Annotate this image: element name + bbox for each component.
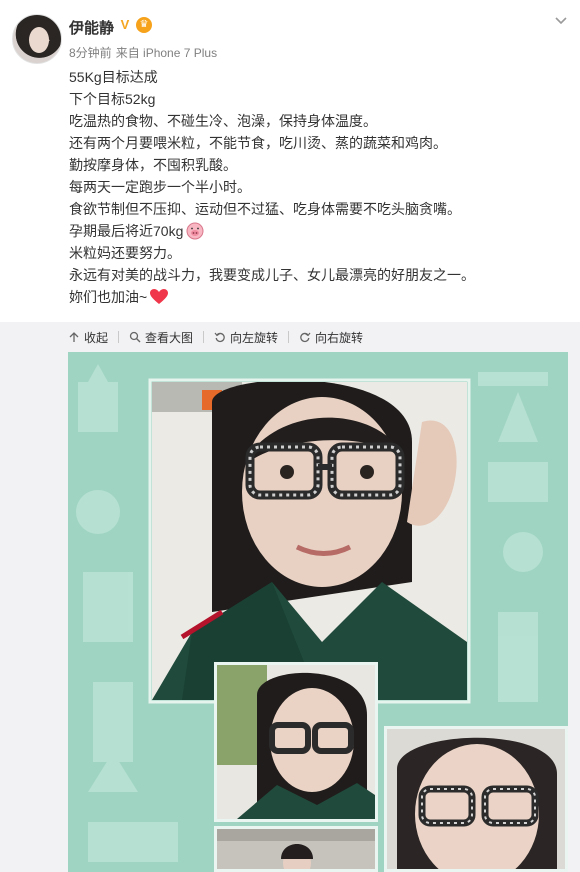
heart-emoji-icon	[150, 289, 169, 304]
view-large-label: 查看大图	[145, 330, 194, 345]
rotate-right-icon	[300, 332, 311, 343]
selfie-photo-thumb-1	[214, 662, 378, 822]
selfie-photo-thumb-2	[384, 726, 568, 872]
member-crown-icon[interactable]: ♛	[136, 17, 152, 33]
selfie-illustration	[152, 382, 467, 700]
media-toolbar: 收起 查看大图 向左旋转 向右旋转	[68, 326, 363, 348]
post-line: 还有两个月要喂米粒，不能节食，吃川烫、蒸的蔬菜和鸡肉。	[69, 135, 447, 151]
post-line: 下个目标52kg	[69, 91, 156, 107]
post-meta: 8分钟前 来自 iPhone 7 Plus	[69, 44, 221, 61]
toolbar-divider	[288, 331, 290, 343]
post-source: 来自 iPhone 7 Plus	[115, 46, 218, 60]
post-line: 勤按摩身体，不囤积乳酸。	[69, 157, 237, 173]
selfie-thumb-illustration	[217, 665, 375, 819]
post-line: 永远有对美的战斗力，我要变成儿子、女儿最漂亮的好朋友之一。	[69, 267, 475, 283]
toolbar-divider	[118, 331, 120, 343]
avatar[interactable]	[12, 14, 62, 64]
collapse-up-icon	[69, 332, 79, 342]
magnifier-icon	[129, 331, 141, 343]
rotate-left-icon	[214, 332, 225, 343]
toolbar-divider	[203, 331, 205, 343]
chevron-down-icon[interactable]	[554, 14, 568, 28]
post-line: 吃温热的食物、不碰生冷、泡澡，保持身体温度。	[69, 113, 377, 129]
post-line: 食欲节制但不压抑、运动但不过猛、吃身体需要不吃头脑贪嘴。	[69, 201, 461, 217]
rotate-right-label: 向右旋转	[315, 330, 364, 345]
collapse-button[interactable]: 收起	[68, 329, 108, 346]
post-time[interactable]: 8分钟前	[69, 46, 112, 60]
post-content: 55Kg目标达成 下个目标52kg 吃温热的食物、不碰生冷、泡澡，保持身体温度。…	[69, 66, 569, 308]
post-line-with-emoji: 孕期最后将近70kg	[69, 220, 569, 242]
selfie-thumb-illustration	[217, 829, 375, 869]
weibo-post: 伊能静 V ♛ 8分钟前 来自 iPhone 7 Plus 55Kg目标达成 下个…	[0, 0, 580, 872]
selfie-thumb-illustration	[387, 729, 565, 869]
post-line-with-emoji: 妳们也加油~	[69, 286, 569, 308]
post-line: 每两天一定跑步一个半小时。	[69, 179, 251, 195]
collapse-label: 收起	[84, 330, 109, 345]
post-line: 55Kg目标达成	[69, 69, 158, 85]
post-line: 米粒妈还要努力。	[69, 245, 181, 261]
post-line-text: 孕期最后将近70kg	[69, 223, 184, 239]
selfie-photo-thumb-3	[214, 826, 378, 872]
rotate-left-button[interactable]: 向左旋转	[214, 329, 278, 346]
avatar-face	[29, 27, 49, 53]
pig-emoji-icon	[186, 222, 204, 240]
rotate-left-label: 向左旋转	[230, 330, 279, 345]
user-name[interactable]: 伊能静	[69, 17, 114, 38]
view-large-button[interactable]: 查看大图	[129, 329, 193, 346]
post-image[interactable]	[68, 352, 568, 872]
verified-badge-icon[interactable]: V	[118, 18, 132, 32]
selfie-photo-main	[152, 382, 467, 700]
post-line-text: 妳们也加油~	[69, 289, 148, 305]
rotate-right-button[interactable]: 向右旋转	[299, 329, 363, 346]
